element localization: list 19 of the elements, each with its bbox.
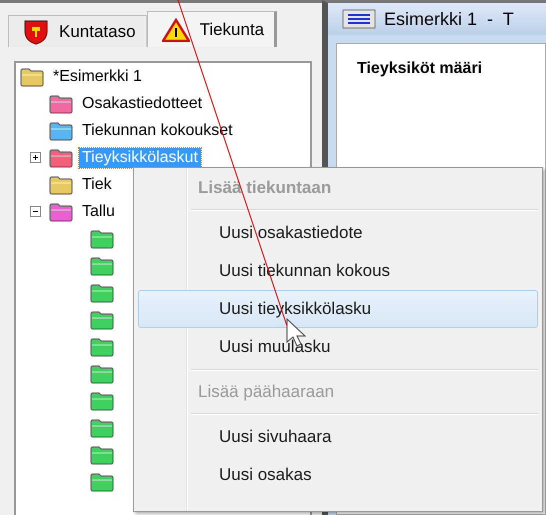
window-title: Esimerkki 1 - T [384,8,514,30]
shield-icon [23,18,49,44]
tab[interactable]: Kuntataso [8,15,147,47]
warning-icon [162,18,190,42]
tree-item-label[interactable]: Tiek [79,174,115,194]
menu-item[interactable]: Uusi osakastiedote [138,214,538,252]
menu-item[interactable]: Uusi muulasku [138,328,538,366]
menu-header: Lisää päähaaraan [197,381,336,403]
tree-item-label[interactable]: Tallu [79,202,118,222]
expand-toggle[interactable] [30,152,41,163]
collapse-toggle[interactable] [30,206,41,217]
window-menu-icon [342,9,376,29]
menu-header: Lisää tiekuntaan [197,177,332,199]
section-heading: Tieyksiköt määri [357,60,484,78]
tab[interactable]: Tiekunta [146,11,278,47]
menu-item[interactable]: Uusi osakas [138,456,538,494]
menu-item[interactable]: Uusi sivuhaara [138,418,538,456]
tree-item-label[interactable]: Osakastiedotteet [79,94,206,114]
tree-item-label[interactable]: *Esimerkki 1 [50,66,145,86]
